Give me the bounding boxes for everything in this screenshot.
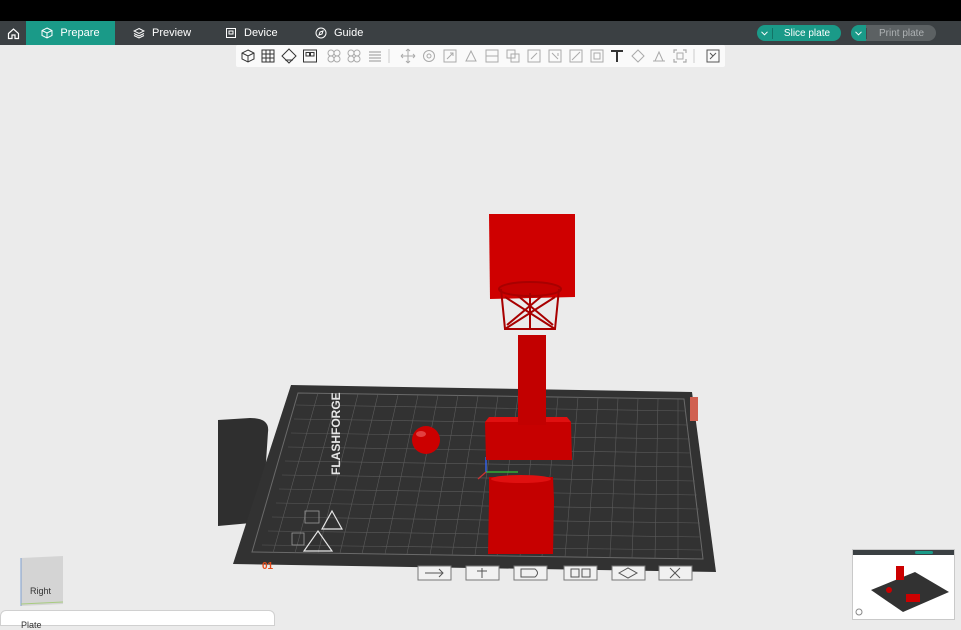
layers-list-icon[interactable]: [367, 48, 383, 64]
tab-label: Preview: [152, 27, 192, 39]
model-hoop-net[interactable]: [498, 281, 562, 330]
tab-label: Guide: [334, 27, 364, 39]
view-cube[interactable]: Right: [19, 556, 64, 606]
layers-icon: [133, 27, 145, 39]
plate-thumbnail-image: [853, 550, 954, 616]
object-list-label: Plate: [21, 620, 42, 630]
grid-icon[interactable]: [260, 48, 276, 64]
color-paint-icon[interactable]: [568, 48, 584, 64]
cut-icon[interactable]: [484, 48, 500, 64]
plate-edge-marker: [690, 397, 698, 421]
orient-plate-icon[interactable]: [465, 565, 500, 581]
measure-icon[interactable]: [630, 48, 646, 64]
chevron-down-icon[interactable]: [851, 25, 866, 41]
compass-icon: [315, 27, 327, 39]
text-icon[interactable]: [609, 48, 625, 64]
model-hoop-base[interactable]: [485, 422, 572, 460]
assembly-icon[interactable]: [589, 48, 605, 64]
tab-label: Prepare: [60, 27, 100, 39]
split-objects-icon[interactable]: [326, 48, 342, 64]
model-slab[interactable]: [488, 500, 554, 554]
emboss-icon[interactable]: [651, 48, 667, 64]
move-icon[interactable]: [400, 48, 416, 64]
tab-guide[interactable]: Guide: [315, 21, 363, 45]
arrange-icon[interactable]: [302, 48, 318, 64]
plate-settings-icon[interactable]: [563, 565, 598, 581]
view-cube-face-label: Right: [30, 586, 52, 596]
fit-view-icon[interactable]: [672, 48, 688, 64]
ball-highlight: [416, 431, 426, 437]
tab-device[interactable]: Device: [225, 21, 278, 45]
scale-icon[interactable]: [442, 48, 458, 64]
seam-paint-icon[interactable]: [547, 48, 563, 64]
slice-this-plate-icon[interactable]: [611, 565, 646, 581]
device-icon: [226, 28, 236, 38]
slice-plate-label: Slice plate: [772, 27, 841, 39]
arrange-plate-icon[interactable]: [417, 565, 452, 581]
boolean-icon[interactable]: [505, 48, 521, 64]
add-cube-icon[interactable]: [240, 48, 256, 64]
view-cube-shape: [20, 556, 64, 606]
variable-layer-icon[interactable]: [705, 48, 721, 64]
rotate-icon[interactable]: [421, 48, 437, 64]
cube-icon: [41, 27, 53, 39]
title-bar: [0, 0, 961, 21]
orient-icon[interactable]: [281, 48, 297, 64]
home-icon: [7, 27, 19, 39]
print-plate-label: Print plate: [866, 27, 936, 39]
plate-number: 01: [262, 561, 274, 572]
plate-thumbnail[interactable]: [852, 549, 955, 620]
object-list-panel[interactable]: Plate: [0, 610, 275, 630]
build-plate: [233, 385, 716, 572]
tab-label: Device: [244, 27, 278, 39]
menu-bar: Prepare Preview Device Guide Slice plate…: [0, 21, 961, 45]
print-plate-button[interactable]: Print plate: [851, 25, 936, 41]
plate-toolbar: [417, 563, 700, 583]
lay-on-face-icon[interactable]: [463, 48, 479, 64]
chevron-down-icon[interactable]: [757, 25, 772, 41]
3d-viewport[interactable]: FLASHFORGE 01: [0, 67, 961, 625]
toolbar-divider: [693, 49, 695, 63]
delete-plate-icon[interactable]: [658, 565, 693, 581]
home-button[interactable]: [0, 21, 26, 45]
plate-brand: FLASHFORGE: [329, 392, 343, 475]
model-pole[interactable]: [518, 335, 546, 425]
tab-prepare[interactable]: Prepare: [26, 21, 115, 45]
model-ball[interactable]: [412, 426, 440, 454]
support-paint-icon[interactable]: [526, 48, 542, 64]
lock-plate-icon[interactable]: [513, 565, 548, 581]
tab-preview[interactable]: Preview: [133, 21, 191, 45]
toolbar-divider: [388, 49, 390, 63]
toolbar: [236, 45, 725, 67]
scene: FLASHFORGE 01: [218, 214, 716, 572]
slice-plate-button[interactable]: Slice plate: [757, 25, 841, 41]
split-parts-icon[interactable]: [346, 48, 362, 64]
